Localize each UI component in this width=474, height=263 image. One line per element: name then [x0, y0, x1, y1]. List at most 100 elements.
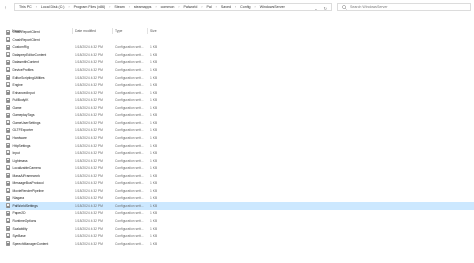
file-type: Configuration sett...: [115, 120, 144, 125]
file-date-modified: 1/18/2024 4:32 PM: [75, 45, 103, 50]
breadcrumb-item[interactable]: Steam: [114, 5, 124, 9]
breadcrumb-item[interactable]: Pal: [206, 5, 211, 9]
file-date-modified: 1/18/2024 4:32 PM: [75, 113, 103, 118]
file-type: Configuration sett...: [115, 68, 144, 73]
breadcrumb[interactable]: This PC › Local Disk (C:) › Program Files (x…: [14, 3, 332, 11]
breadcrumb-item[interactable]: Config: [240, 5, 250, 9]
breadcrumb-item[interactable]: common: [161, 5, 175, 9]
file-date-modified: 1/18/2024 4:32 PM: [75, 60, 103, 65]
breadcrumb-item[interactable]: Local Disk (C:): [41, 5, 65, 9]
settings-file-icon: [5, 233, 11, 239]
file-name: PalWorldSettings: [12, 203, 38, 208]
address-bar-controls: ⌄ ↻: [314, 4, 327, 12]
chevron-right-icon: ›: [254, 5, 256, 9]
file-name: CrashReportClient: [12, 37, 40, 42]
file-row[interactable]: SpeechManagerContent 1/18/2024 4:32 PM Con…: [0, 239, 474, 247]
file-size: 1 KB: [150, 158, 158, 163]
file-name: RuntimeOptions: [12, 219, 37, 224]
file-type: Configuration sett...: [115, 128, 144, 133]
chevron-down-icon[interactable]: ⌄: [314, 6, 317, 11]
settings-file-icon: [5, 29, 11, 35]
file-date-modified: 1/18/2024 4:32 PM: [75, 105, 103, 110]
file-name: MessageBusProtocol: [12, 181, 44, 186]
settings-file-icon: [5, 67, 11, 73]
breadcrumb-label: Local Disk (C:): [40, 5, 65, 9]
settings-file-icon: [5, 240, 11, 246]
file-name: CrashReportClient: [12, 30, 40, 35]
file-date-modified: 1/18/2024 4:32 PM: [75, 166, 103, 171]
file-name: Hardware: [12, 135, 27, 140]
file-size: 1 KB: [150, 166, 158, 171]
settings-file-icon: [5, 89, 11, 95]
file-size: 1 KB: [150, 68, 158, 73]
file-type: Configuration sett...: [115, 241, 144, 246]
file-date-modified: 1/18/2024 4:32 PM: [75, 52, 103, 57]
file-name: DatasmithContent: [12, 60, 39, 65]
file-size: 1 KB: [150, 211, 158, 216]
breadcrumb-item[interactable]: Palworld: [184, 5, 198, 9]
chevron-right-icon: ›: [155, 5, 157, 9]
breadcrumb-item[interactable]: Saved: [221, 5, 231, 9]
breadcrumb-item[interactable]: Program Files (x86): [74, 5, 106, 9]
file-type: Configuration sett...: [115, 188, 144, 193]
file-date-modified: 1/18/2024 4:32 PM: [75, 203, 103, 208]
file-name: DeviceProfiles: [12, 68, 34, 73]
file-type: Configuration sett...: [115, 158, 144, 163]
settings-file-icon: [5, 225, 11, 231]
breadcrumb-item[interactable]: This PC: [19, 5, 32, 9]
file-date-modified: 1/18/2024 4:32 PM: [75, 68, 103, 73]
breadcrumb-item[interactable]: WindowsServer: [260, 5, 285, 9]
file-date-modified: 1/18/2024 4:32 PM: [75, 241, 103, 246]
file-name: LocalizableCamera: [12, 166, 41, 171]
file-type: Configuration sett...: [115, 143, 144, 148]
up-arrow-icon[interactable]: ↑: [2, 4, 9, 11]
file-date-modified: 1/18/2024 4:32 PM: [75, 196, 103, 201]
file-size: 1 KB: [150, 151, 158, 156]
file-size: 1 KB: [150, 52, 158, 57]
file-name: Paper2D: [12, 211, 26, 216]
file-name: EnhancedInput: [12, 90, 35, 95]
settings-file-icon: [5, 157, 11, 163]
file-date-modified: 1/18/2024 4:32 PM: [75, 98, 103, 103]
settings-file-icon: [5, 135, 11, 141]
breadcrumb-label: Steam: [114, 5, 125, 9]
file-date-modified: 1/18/2024 4:32 PM: [75, 135, 103, 140]
file-name: Engine: [12, 83, 23, 88]
file-date-modified: 1/18/2024 4:32 PM: [75, 143, 103, 148]
file-date-modified: 1/18/2024 4:32 PM: [75, 173, 103, 178]
file-type: Configuration sett...: [115, 135, 144, 140]
search-box[interactable]: Search WindowsServer: [337, 3, 471, 11]
file-size: 1 KB: [150, 219, 158, 224]
file-type: Configuration sett...: [115, 181, 144, 186]
chevron-right-icon: ›: [235, 5, 237, 9]
file-name: GameplayTags: [12, 113, 35, 118]
file-date-modified: 1/18/2024 4:32 PM: [75, 75, 103, 80]
file-name: FullBodyIK: [12, 98, 29, 103]
file-type: Configuration sett...: [115, 211, 144, 216]
chevron-right-icon: ›: [109, 5, 111, 9]
file-type: Configuration sett...: [115, 151, 144, 156]
settings-file-icon: [5, 112, 11, 118]
file-size: 1 KB: [150, 105, 158, 110]
file-date-modified: 1/18/2024 4:32 PM: [75, 219, 103, 224]
file-size: 1 KB: [150, 113, 158, 118]
chevron-right-icon: ›: [178, 5, 180, 9]
file-size: 1 KB: [150, 143, 158, 148]
breadcrumb-item[interactable]: steamapps: [134, 5, 152, 9]
file-type: Configuration sett...: [115, 105, 144, 110]
file-name: GameUserSettings: [12, 120, 41, 125]
file-size: 1 KB: [150, 181, 158, 186]
file-name: MovieRenderPipeline: [12, 188, 44, 193]
file-size: 1 KB: [150, 135, 158, 140]
refresh-icon[interactable]: ↻: [324, 6, 327, 11]
file-size: 1 KB: [150, 45, 158, 50]
file-size: 1 KB: [150, 188, 158, 193]
file-size: 1 KB: [150, 128, 158, 133]
file-size: 1 KB: [150, 120, 158, 125]
file-size: 1 KB: [150, 83, 158, 88]
settings-file-icon: [5, 59, 11, 65]
file-date-modified: 1/18/2024 4:32 PM: [75, 158, 103, 163]
search-placeholder: Search WindowsServer: [350, 5, 388, 9]
file-size: 1 KB: [150, 196, 158, 201]
file-name: SpeechManagerContent: [12, 241, 49, 246]
